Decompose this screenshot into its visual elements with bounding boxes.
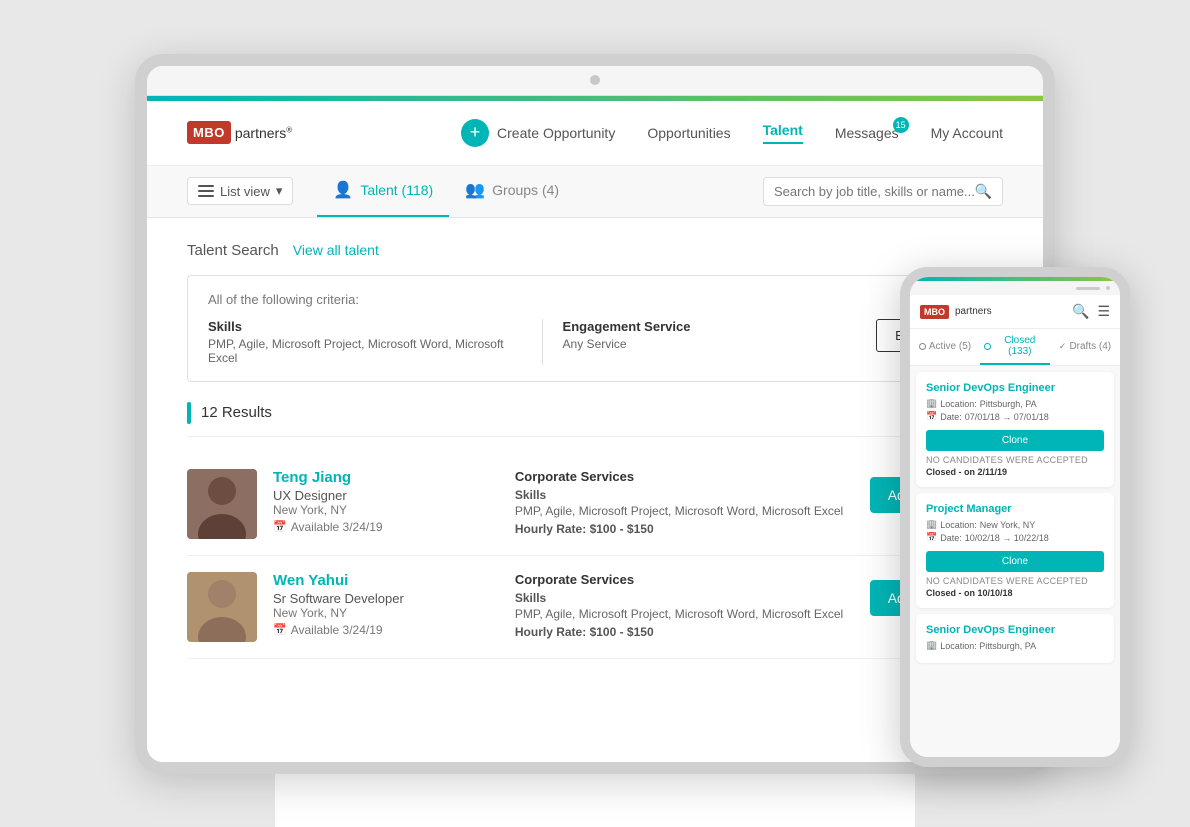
phone-card-title-0[interactable]: Senior DevOps Engineer [926, 382, 1104, 394]
create-opportunity-button[interactable]: + Create Opportunity [461, 119, 615, 147]
search-icon: 🔍 [975, 183, 992, 200]
talent-location-0: New York, NY [273, 503, 499, 517]
location-icon-0: 🏢 [926, 398, 937, 409]
search-bar[interactable]: 🔍 [763, 177, 1003, 206]
view-all-talent-link[interactable]: View all talent [293, 242, 379, 258]
phone-tab-closed[interactable]: Closed (133) [980, 329, 1050, 365]
groups-icon: 👥 [465, 180, 485, 200]
nav-talent[interactable]: Talent [763, 122, 803, 144]
view-selector[interactable]: List view ▾ [187, 177, 293, 205]
phone-closed-date-1: Closed - on 10/10/18 [926, 588, 1104, 598]
phone-closed-date-0: Closed - on 2/11/19 [926, 467, 1104, 477]
talent-available-0: 📅 Available 3/24/19 [273, 520, 499, 534]
talent-role-1: Sr Software Developer [273, 591, 499, 606]
phone-logo-partners: partners [955, 306, 992, 317]
date-icon-1: 📅 [926, 532, 937, 543]
phone-card-2: Senior DevOps Engineer 🏢 Location: Pitts… [916, 614, 1114, 663]
talent-icon: 👤 [333, 180, 353, 200]
talent-name-0[interactable]: Teng Jiang [273, 469, 499, 486]
create-opp-icon: + [461, 119, 489, 147]
phone-navbar: MBO partners 🔍 ☰ [910, 295, 1120, 329]
avatar-wen-yahui [187, 572, 257, 642]
talent-info-0: Teng Jiang UX Designer New York, NY 📅 Av… [273, 469, 499, 534]
phone-card-1: Project Manager 🏢 Location: New York, NY… [916, 493, 1114, 608]
results-header: 12 Results [187, 402, 1003, 437]
nav-links: + Create Opportunity Opportunities Talen… [461, 119, 1003, 147]
tablet-camera [590, 75, 600, 85]
active-dot-icon [919, 343, 926, 350]
talent-location-1: New York, NY [273, 606, 499, 620]
phone-card-0: Senior DevOps Engineer 🏢 Location: Pitts… [916, 372, 1114, 487]
talent-name-1[interactable]: Wen Yahui [273, 572, 499, 589]
phone-clone-button-1[interactable]: Clone [926, 551, 1104, 572]
phone-content: Senior DevOps Engineer 🏢 Location: Pitts… [910, 366, 1120, 757]
messages-badge-count: 15 [893, 117, 909, 133]
calendar-icon-0: 📅 [273, 520, 287, 533]
talent-details-1: Corporate Services Skills PMP, Agile, Mi… [515, 572, 854, 639]
phone-dot [1106, 286, 1110, 290]
location-icon-2: 🏢 [926, 640, 937, 651]
list-view-icon [198, 185, 214, 197]
phone-no-candidates-1: NO CANDIDATES WERE ACCEPTED [926, 576, 1104, 586]
phone-clone-button-0[interactable]: Clone [926, 430, 1104, 451]
phone-card-date-0: 📅 Date: 07/01/18 → 07/01/18 [926, 411, 1104, 422]
phone-device: MBO partners 🔍 ☰ Active (5) Closed (133)… [900, 267, 1130, 767]
phone-tab-drafts[interactable]: ✓ Drafts (4) [1050, 329, 1120, 365]
results-count: 12 Results [201, 404, 272, 421]
logo-partners: partners® [235, 125, 292, 141]
talent-search-title: Talent Search [187, 242, 279, 259]
calendar-icon-1: 📅 [273, 623, 287, 636]
phone-no-candidates-0: NO CANDIDATES WERE ACCEPTED [926, 455, 1104, 465]
results-border-accent [187, 402, 191, 424]
date-icon-0: 📅 [926, 411, 937, 422]
phone-card-location-2: 🏢 Location: Pittsburgh, PA [926, 640, 1104, 651]
phone-card-title-2[interactable]: Senior DevOps Engineer [926, 624, 1104, 636]
tab-talent[interactable]: 👤 Talent (118) [317, 165, 449, 217]
talent-card-1: Wen Yahui Sr Software Developer New York… [187, 556, 1003, 659]
engagement-criteria: Engagement Service Any Service [543, 319, 877, 351]
phone-tabs: Active (5) Closed (133) ✓ Drafts (4) [910, 329, 1120, 366]
desktop-navbar: MBO partners® + Create Opportunity Oppor… [147, 101, 1043, 166]
talent-details-0: Corporate Services Skills PMP, Agile, Mi… [515, 469, 854, 536]
logo: MBO partners® [187, 121, 292, 144]
drafts-check-icon: ✓ [1059, 341, 1067, 352]
logo-mbo: MBO [187, 121, 231, 144]
closed-dot-icon [984, 343, 991, 350]
talent-search-header: Talent Search View all talent [187, 242, 1003, 259]
phone-card-location-0: 🏢 Location: Pittsburgh, PA [926, 398, 1104, 409]
phone-status-bar [910, 281, 1120, 295]
tab-bar: List view ▾ 👤 Talent (118) 👥 Groups (4) … [147, 166, 1043, 218]
talent-role-0: UX Designer [273, 488, 499, 503]
nav-opportunities[interactable]: Opportunities [647, 125, 730, 141]
all-criteria-label: All of the following criteria: [208, 292, 982, 307]
location-icon-1: 🏢 [926, 519, 937, 530]
skills-criteria: Skills PMP, Agile, Microsoft Project, Mi… [208, 319, 543, 365]
tablet-top-bar [147, 66, 1043, 96]
phone-card-location-1: 🏢 Location: New York, NY [926, 519, 1104, 530]
phone-tab-active[interactable]: Active (5) [910, 329, 980, 365]
nav-my-account[interactable]: My Account [931, 125, 1003, 141]
talent-card-0: Teng Jiang UX Designer New York, NY 📅 Av… [187, 453, 1003, 556]
phone-topbar-line [1076, 287, 1100, 290]
phone-search-icon[interactable]: 🔍 [1072, 303, 1089, 320]
criteria-row: Skills PMP, Agile, Microsoft Project, Mi… [208, 319, 982, 365]
phone-card-title-1[interactable]: Project Manager [926, 503, 1104, 515]
phone-menu-icon[interactable]: ☰ [1097, 303, 1110, 320]
phone-card-date-1: 📅 Date: 10/02/18 → 10/22/18 [926, 532, 1104, 543]
search-input[interactable] [774, 184, 975, 199]
talent-available-1: 📅 Available 3/24/19 [273, 623, 499, 637]
phone-icon-buttons: 🔍 ☰ [1072, 303, 1110, 320]
nav-messages[interactable]: Messages 15 [835, 125, 899, 141]
talent-info-1: Wen Yahui Sr Software Developer New York… [273, 572, 499, 637]
criteria-section: All of the following criteria: Skills PM… [187, 275, 1003, 382]
avatar-teng-jiang [187, 469, 257, 539]
tab-groups[interactable]: 👥 Groups (4) [449, 165, 575, 217]
phone-logo-mbo: MBO [920, 305, 949, 319]
